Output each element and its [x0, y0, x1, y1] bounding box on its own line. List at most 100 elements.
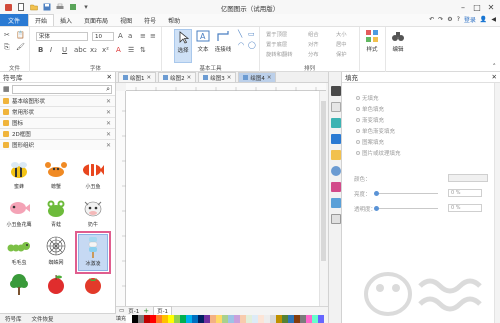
shape-line-icon[interactable]: ╲	[238, 30, 242, 38]
send-to-back-button[interactable]: 置于底层	[266, 40, 287, 48]
library-row-graphic-organizer[interactable]: 图形组织 ✕	[0, 139, 115, 150]
fill-panel-icon[interactable]	[331, 86, 341, 96]
group-button[interactable]: 组合	[308, 30, 319, 38]
underline-icon[interactable]: U	[62, 46, 67, 54]
library-close-icon[interactable]: ✕	[106, 131, 111, 138]
protect-button[interactable]: 保护	[336, 50, 347, 58]
library-row-common-shapes[interactable]: 常用形状 ✕	[0, 106, 115, 117]
bullets-icon[interactable]: ☰	[128, 46, 134, 54]
library-close-icon[interactable]: ✕	[106, 142, 111, 149]
line-panel-icon[interactable]	[331, 102, 341, 112]
color-swatches[interactable]	[126, 315, 328, 323]
redo-icon[interactable]: ↷	[438, 16, 443, 23]
symbol-apple[interactable]	[41, 272, 71, 309]
align-center-icon[interactable]: ≡	[150, 32, 156, 40]
tab-symbol-library[interactable]: 符号库	[0, 315, 27, 323]
brightness-input[interactable]: 0 %	[448, 189, 482, 197]
library-menu-icon[interactable]: ▦	[3, 85, 10, 93]
tab-drawing2[interactable]: 绘图2 ✕	[158, 72, 197, 82]
rotate-flip-button[interactable]: 旋转和翻转	[266, 50, 293, 58]
font-size-select[interactable]: 10	[92, 32, 114, 41]
symbol-caterpillar[interactable]: 毛毛虫	[4, 234, 34, 271]
tab-file-recovery[interactable]: 文件恢复	[27, 315, 59, 323]
center-button[interactable]: 居中	[336, 40, 347, 48]
library-close-icon[interactable]: ✕	[106, 109, 111, 116]
tab-drawing4[interactable]: 绘图4 ✕	[238, 72, 277, 82]
tab-close-icon[interactable]: ✕	[187, 75, 192, 81]
undo-icon[interactable]: ↶	[429, 16, 434, 23]
italic-icon[interactable]: I	[50, 46, 52, 54]
paste-icon[interactable]: 📋	[16, 31, 25, 39]
fill-option-single-gradient[interactable]: 单色渐变填充	[356, 127, 395, 135]
bring-to-front-button[interactable]: 置于顶层	[266, 30, 287, 38]
layer-panel-icon[interactable]	[331, 150, 341, 160]
fill-option-picture[interactable]: 图片或纹理填充	[356, 149, 401, 157]
brightness-slider-knob[interactable]	[374, 191, 379, 196]
library-close-icon[interactable]: ✕	[106, 120, 111, 127]
connector-tool-button[interactable]: 连接线	[214, 29, 232, 63]
open-folder-icon[interactable]	[29, 2, 39, 12]
fill-option-gradient[interactable]: 渐变填充	[356, 116, 384, 124]
tab-drawing3[interactable]: 绘图3 ✕	[198, 72, 237, 82]
menu-insert[interactable]: 插入	[54, 14, 78, 26]
maximize-icon[interactable]: □	[470, 1, 484, 13]
page-selector[interactable]: 页-1	[128, 307, 139, 315]
bold-icon[interactable]: B	[38, 46, 43, 54]
user-icon[interactable]: 👤	[480, 16, 487, 23]
tab-close-icon[interactable]: ✕	[147, 75, 152, 81]
page-panel-icon[interactable]	[331, 166, 341, 176]
help-icon[interactable]: ?	[457, 16, 460, 23]
menu-home[interactable]: 开始	[28, 14, 55, 26]
login-link[interactable]: 登录	[464, 15, 476, 24]
align-left-icon[interactable]: ≡	[140, 32, 146, 40]
library-row-basic-shapes[interactable]: 基本绘图形状 ✕	[0, 95, 115, 106]
save-icon[interactable]	[42, 2, 52, 12]
vertical-scrollbar[interactable]	[319, 91, 327, 306]
align-button[interactable]: 对齐	[308, 40, 319, 48]
shape-ellipse-icon[interactable]: ◯	[248, 41, 256, 49]
fill-option-none[interactable]: 无填充	[356, 94, 379, 102]
comment-panel-icon[interactable]	[331, 198, 341, 208]
menu-page-layout[interactable]: 页面布局	[78, 14, 114, 26]
scrollbar-thumb[interactable]	[321, 101, 326, 261]
strikethrough-icon[interactable]: abc	[74, 46, 87, 54]
tab-drawing1[interactable]: 绘图1 ✕	[118, 72, 157, 82]
panel-close-icon[interactable]: ✕	[492, 73, 497, 81]
drawing-canvas[interactable]	[126, 91, 319, 306]
symbol-spider-web[interactable]: 蜘蛛网	[41, 234, 71, 271]
export-icon[interactable]	[68, 2, 78, 12]
style-button[interactable]: 样式	[363, 29, 381, 63]
settings-icon[interactable]: ⚙	[447, 16, 452, 23]
symbol-tomato[interactable]	[78, 272, 108, 309]
shape-arc-icon[interactable]: ◠	[238, 41, 244, 49]
font-name-select[interactable]: 宋体	[36, 32, 88, 41]
font-color-icon[interactable]: A	[116, 46, 121, 54]
collapse-ribbon-icon[interactable]: ˄	[493, 63, 497, 71]
grow-font-icon[interactable]: A	[118, 32, 123, 40]
copy-icon[interactable]: ⎘	[4, 43, 10, 52]
menu-symbol[interactable]: 符号	[138, 14, 162, 26]
shrink-font-icon[interactable]: a	[128, 32, 132, 40]
print-icon[interactable]	[55, 2, 65, 12]
text-panel-icon[interactable]	[331, 134, 341, 144]
minimize-icon[interactable]: –	[456, 1, 470, 13]
format-painter-icon[interactable]: 🖌	[16, 43, 25, 51]
share-icon[interactable]: ◀	[491, 16, 496, 23]
history-panel-icon[interactable]	[331, 214, 341, 224]
size-button[interactable]: 大小	[336, 30, 347, 38]
text-direction-icon[interactable]: ⇅	[140, 46, 146, 54]
symbol-cow[interactable]: 奶牛	[78, 196, 108, 233]
symbol-bee[interactable]: 蜜蜂	[4, 158, 34, 195]
symbol-clownfish[interactable]: 小丑鱼	[78, 158, 108, 195]
fill-option-pattern[interactable]: 图案填充	[356, 138, 384, 146]
theme-panel-icon[interactable]	[331, 182, 341, 192]
transparency-slider-knob[interactable]	[374, 206, 379, 211]
tab-close-icon[interactable]: ✕	[267, 75, 272, 81]
shape-rect-icon[interactable]: ▭	[248, 30, 255, 38]
cut-icon[interactable]: ✂	[4, 31, 10, 39]
color-picker[interactable]	[448, 174, 488, 182]
symbol-search-input[interactable]: ⌕	[11, 84, 112, 94]
shadow-panel-icon[interactable]	[331, 118, 341, 128]
distribute-button[interactable]: 分布	[308, 50, 319, 58]
text-tool-button[interactable]: A 文本	[194, 29, 212, 63]
